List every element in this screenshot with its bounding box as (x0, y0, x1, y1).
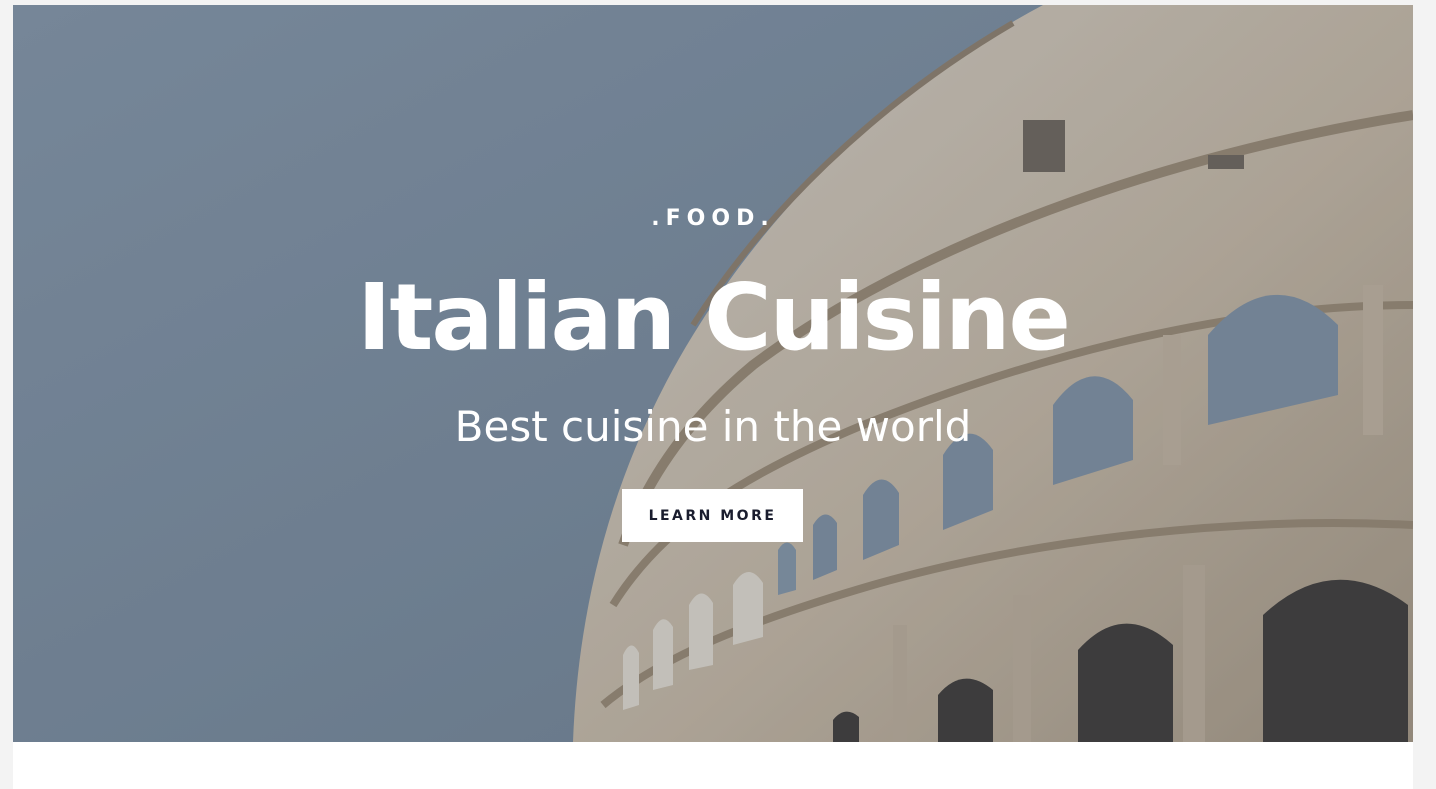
hero-subtitle: Best cuisine in the world (454, 402, 972, 451)
hero-title: Italian Cuisine (357, 264, 1071, 371)
page: .FOOD. Italian Cuisine Best cuisine in t… (13, 5, 1413, 789)
hero-eyebrow: .FOOD. (651, 206, 775, 231)
learn-more-button[interactable]: LEARN MORE (622, 489, 803, 542)
hero-content: .FOOD. Italian Cuisine Best cuisine in t… (13, 5, 1413, 742)
hero-section: .FOOD. Italian Cuisine Best cuisine in t… (13, 5, 1413, 742)
